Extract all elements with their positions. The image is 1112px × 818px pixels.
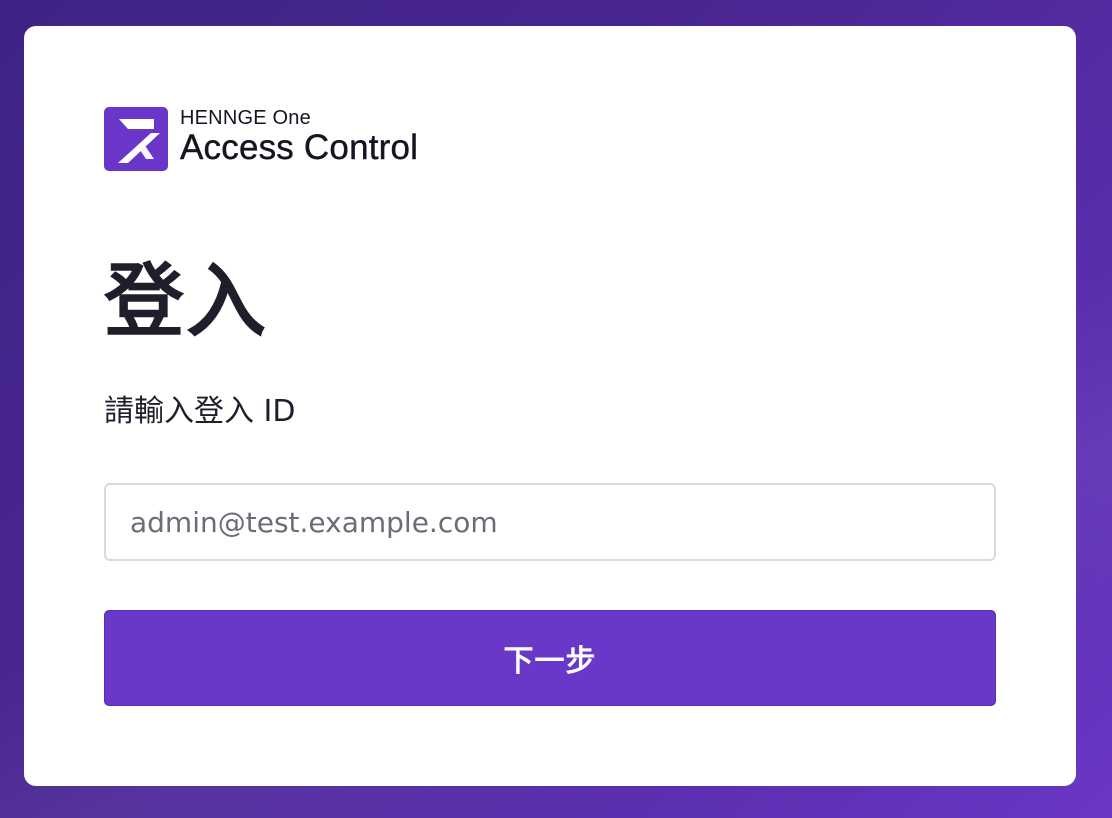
login-id-input[interactable]: [104, 483, 996, 561]
logo: HENNGE One Access Control: [104, 106, 418, 172]
brand-name: HENNGE One: [180, 106, 311, 129]
next-button[interactable]: 下一步: [104, 610, 996, 706]
henngeone-z-logo-icon: [104, 107, 168, 171]
logo-wordmark: HENNGE One Access Control: [180, 108, 419, 167]
login-id-prompt: 請輸入登入 ID: [104, 394, 296, 429]
product-name: Access Control: [180, 127, 419, 167]
page-title: 登入: [104, 255, 268, 348]
login-card: HENNGE One Access Control 登入 請輸入登入 ID 下一…: [24, 26, 1076, 786]
